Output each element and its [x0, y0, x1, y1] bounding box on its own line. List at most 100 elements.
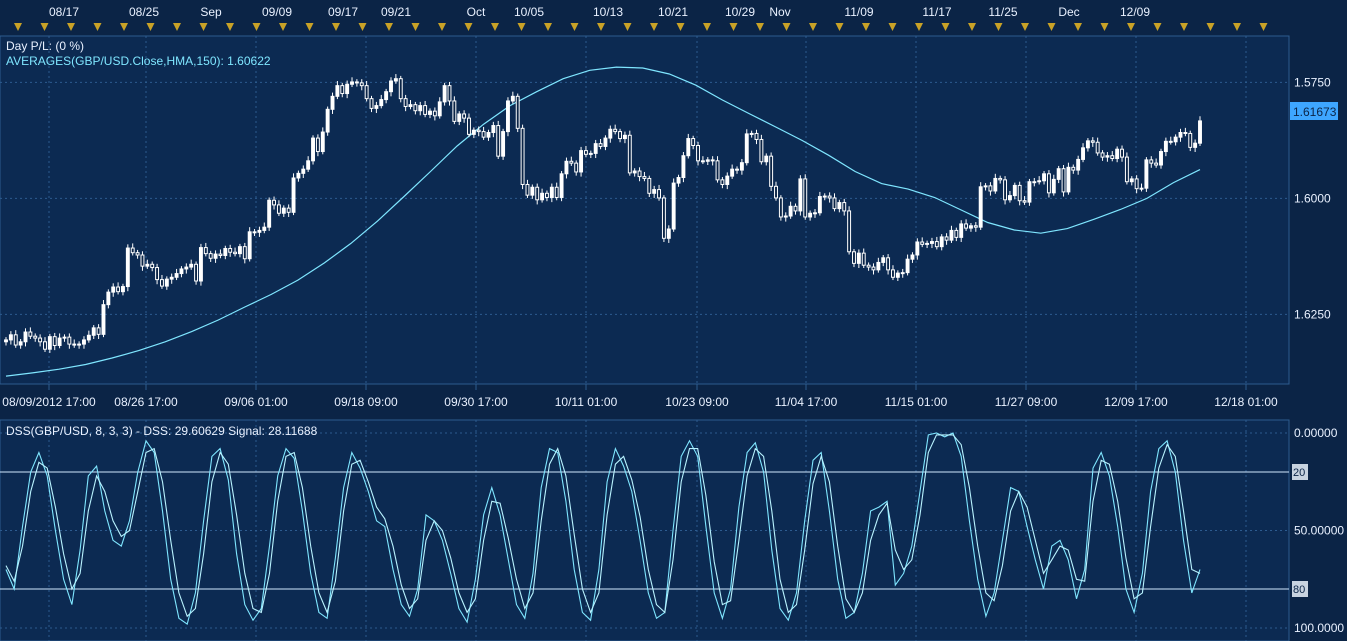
- candle-body: [808, 212, 813, 218]
- candle-body: [696, 145, 700, 162]
- candle-body: [286, 207, 291, 213]
- candle-body: [467, 117, 471, 135]
- candle-body: [549, 186, 554, 198]
- candle-body: [764, 155, 769, 163]
- top-axis-label: 10/29: [725, 5, 755, 19]
- candle-body: [350, 81, 354, 85]
- candle-body: [686, 138, 691, 157]
- candle-body: [91, 327, 96, 336]
- candle-body: [257, 229, 262, 233]
- candle-body: [525, 183, 530, 196]
- top-axis-label: 11/09: [844, 5, 873, 19]
- candle-body: [822, 195, 827, 198]
- candle-body: [38, 337, 43, 343]
- candle-body: [233, 251, 238, 255]
- candle-body: [856, 252, 861, 264]
- candle-body: [491, 125, 496, 134]
- candle-body: [1149, 159, 1154, 164]
- candle-body: [447, 85, 452, 102]
- candle-body: [223, 248, 228, 256]
- candle-body: [798, 178, 803, 212]
- candle-body: [569, 160, 574, 164]
- top-axis-label: 11/25: [988, 5, 1017, 19]
- candle-body: [661, 197, 666, 239]
- top-axis-label: 11/17: [922, 5, 951, 19]
- candle-body: [13, 334, 18, 346]
- candle-body: [496, 125, 501, 157]
- candle-body: [876, 261, 881, 271]
- candle-body: [778, 197, 783, 218]
- candle-body: [364, 85, 369, 100]
- candle-body: [345, 83, 350, 95]
- candle-body: [959, 223, 964, 238]
- candle-body: [437, 101, 442, 117]
- candle-body: [544, 192, 549, 198]
- top-axis-label: Dec: [1058, 5, 1079, 19]
- candle-body: [793, 205, 798, 212]
- candle-body: [408, 104, 413, 108]
- bottom-axis-label: 12/18 01:00: [1214, 395, 1278, 409]
- candle-body: [652, 189, 657, 194]
- candle-body: [978, 186, 983, 228]
- candle-body: [1071, 166, 1076, 171]
- candle-body: [895, 272, 900, 278]
- candle-body: [228, 248, 233, 253]
- candle-body: [306, 160, 311, 170]
- candle-body: [817, 196, 822, 214]
- candle-body: [637, 170, 642, 178]
- candle-body: [1110, 155, 1115, 159]
- candle-body: [315, 137, 320, 153]
- candle-body: [301, 168, 306, 174]
- candle-body: [242, 246, 247, 260]
- candle-body: [515, 95, 520, 129]
- candle-body: [559, 173, 564, 198]
- top-axis-label: 09/21: [381, 5, 411, 19]
- candle-body: [67, 336, 72, 345]
- candle-body: [783, 215, 788, 218]
- candle-body: [423, 105, 428, 115]
- candle-body: [86, 334, 91, 341]
- candle-body: [530, 186, 535, 196]
- candle-body: [452, 100, 457, 122]
- candle-body: [915, 241, 920, 256]
- dss-level-label: 20: [1293, 467, 1305, 479]
- candle-body: [43, 341, 47, 350]
- top-axis-label: 09/09: [262, 5, 292, 19]
- candle-body: [203, 247, 208, 255]
- candle-body: [871, 266, 876, 271]
- candle-body: [72, 343, 77, 346]
- candle-body: [77, 343, 82, 346]
- candle-body: [169, 276, 174, 280]
- candle-body: [121, 286, 125, 293]
- candle-body: [198, 247, 203, 282]
- top-axis-label: Nov: [769, 5, 790, 19]
- candle-body: [330, 95, 335, 110]
- candle-body: [106, 291, 111, 306]
- candle-body: [1144, 159, 1149, 189]
- candle-body: [632, 170, 637, 174]
- candle-body: [1022, 200, 1027, 203]
- candle-body: [749, 132, 754, 135]
- candle-body: [774, 185, 778, 199]
- candle-body: [930, 241, 934, 244]
- candle-body: [28, 331, 33, 337]
- candle-body: [471, 129, 476, 135]
- candle-body: [939, 236, 944, 248]
- candle-body: [657, 189, 662, 199]
- candle-body: [389, 80, 393, 93]
- candle-body: [369, 98, 374, 109]
- candle-body: [681, 155, 686, 179]
- candle-body: [33, 335, 38, 339]
- candle-body: [384, 91, 389, 101]
- candle-body: [715, 160, 720, 181]
- candle-body: [403, 98, 408, 108]
- candle-body: [647, 177, 652, 194]
- bottom-axis-label: 10/11 01:00: [555, 395, 618, 409]
- candle-body: [671, 182, 676, 230]
- candle-body: [993, 177, 998, 192]
- candle-body: [886, 257, 891, 271]
- top-axis-label: 10/05: [514, 5, 544, 19]
- candle-body: [96, 327, 101, 335]
- candle-body: [1066, 166, 1071, 193]
- candle-body: [554, 186, 559, 198]
